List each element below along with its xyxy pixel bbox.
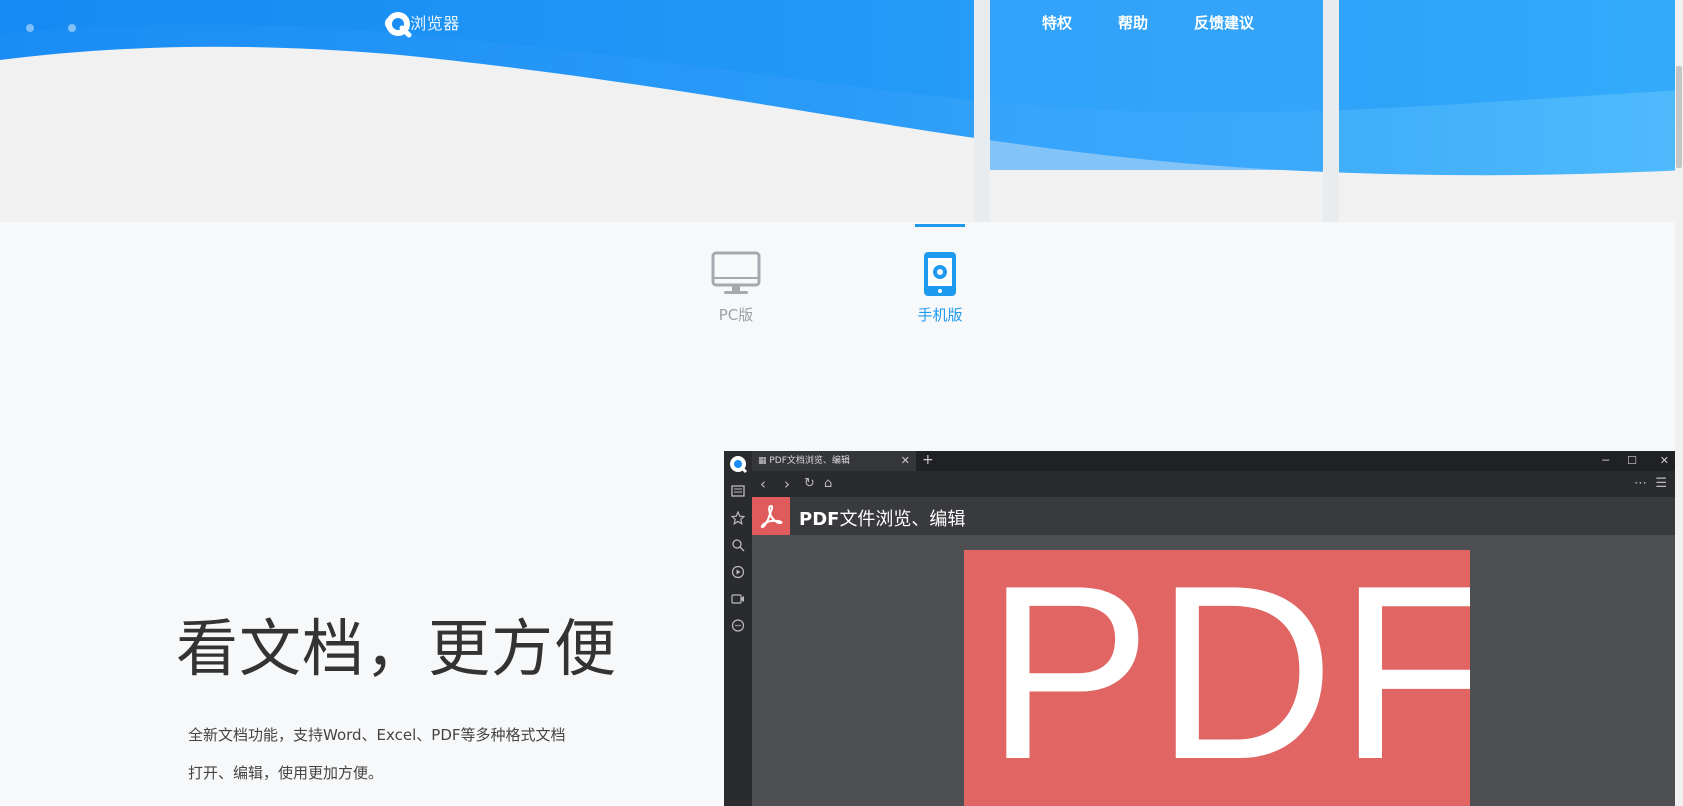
top-nav: 特权 帮助 反馈建议 [1042,12,1254,33]
platform-tabs: PC版 手机版 [0,222,1675,342]
qq-browser-logo-icon [724,451,752,477]
feature-description: 全新文档功能，支持Word、Excel、PDF等多种格式文档 打开、编辑，使用更… [188,716,628,792]
scrollbar-thumb[interactable] [1676,66,1682,168]
tab-pc[interactable]: PC版 [676,222,796,332]
carousel-dots [26,24,76,32]
page-scrollbar[interactable] [1675,0,1683,806]
monitor-icon [711,251,761,294]
pdf-viewer-header: PDF文件浏览、编辑 [752,497,1675,535]
nav-help[interactable]: 帮助 [1118,12,1148,33]
star-icon [724,504,752,531]
menu-icon[interactable]: ☰ [1655,475,1667,493]
hero-wave-background [0,0,1683,222]
browser-toolbar: ‹ › ↻ ⌂ ⋯ ☰ [752,471,1675,497]
pdf-viewer-title: PDF文件浏览、编辑 [799,505,965,531]
tab-mobile[interactable]: 手机版 [880,222,1000,332]
pdf-viewer-title-prefix: PDF [799,509,840,530]
browser-tabbar: ▦ PDF文档浏览、编辑 ✕ + ─ ☐ ✕ [752,451,1675,471]
feature-headline: 看文档，更方便 [176,612,618,685]
tab-pc-label: PC版 [718,306,754,324]
browser-screenshot: ▦ PDF文档浏览、编辑 ✕ + ─ ☐ ✕ ‹ › ↻ ⌂ ⋯ ☰ PDF文件… [724,451,1675,806]
mobile-phone-icon [924,252,956,296]
window-close-icon[interactable]: ✕ [1660,451,1669,471]
grid-icon: ▦ [758,456,770,466]
pdf-page-text: PDF [986,550,1470,806]
feature-description-line: 打开、编辑，使用更加方便。 [188,764,384,782]
forward-icon[interactable]: › [784,475,790,493]
new-tab-icon[interactable]: + [922,451,934,470]
browser-tab[interactable]: ▦ PDF文档浏览、编辑 ✕ [752,451,916,471]
feature-description-line: 全新文档功能，支持Word、Excel、PDF等多种格式文档 [188,726,566,744]
pdf-logo-icon [752,497,790,535]
reader-icon [724,477,752,504]
pdf-viewer-title-suffix: 文件浏览、编辑 [839,509,966,530]
qq-browser-logo-icon [386,12,412,38]
logo[interactable]: QQ浏览器 [384,10,460,38]
home-icon[interactable]: ⌂ [824,475,832,493]
active-tab-indicator [915,224,965,227]
browser-sidebar [724,451,752,806]
carousel-dot[interactable] [26,24,34,32]
tab-mobile-label: 手机版 [917,306,963,324]
nav-feedback[interactable]: 反馈建议 [1194,12,1254,33]
back-icon[interactable]: ‹ [760,475,766,493]
play-icon [724,558,752,585]
video-icon [724,585,752,612]
search-icon [724,531,752,558]
hero-banner: QQ浏览器 特权 帮助 反馈建议 [0,0,1683,222]
minimize-icon[interactable]: ─ [1602,451,1609,471]
nav-privileges[interactable]: 特权 [1042,12,1072,33]
browser-tab-title: PDF文档浏览、编辑 [769,456,850,466]
maximize-icon[interactable]: ☐ [1627,451,1637,471]
close-icon[interactable]: ✕ [901,451,910,471]
carousel-dot[interactable] [68,24,76,32]
chat-icon [724,612,752,639]
pdf-page: PDF [964,550,1470,806]
refresh-icon[interactable]: ↻ [804,475,815,493]
more-icon[interactable]: ⋯ [1634,475,1647,493]
